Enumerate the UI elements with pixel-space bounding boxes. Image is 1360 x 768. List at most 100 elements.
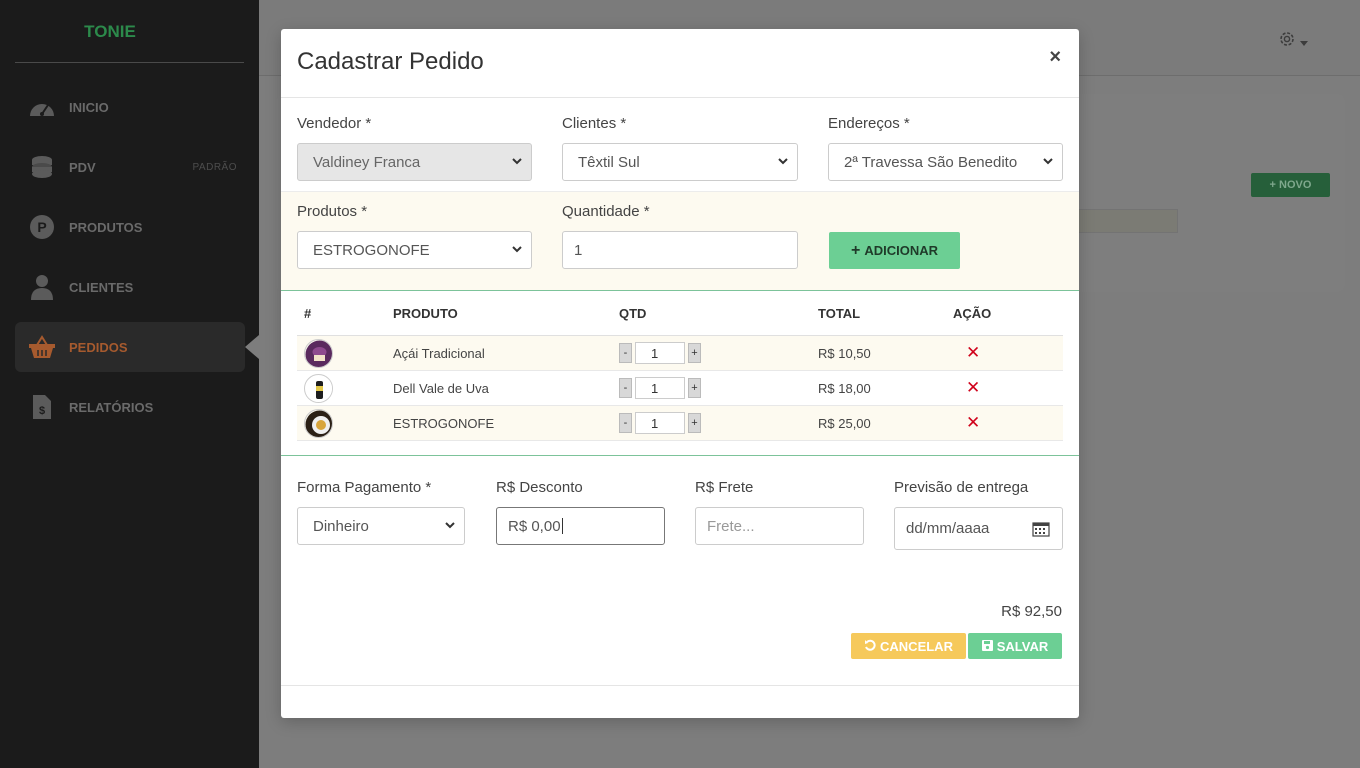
produtos-select[interactable]: ESTROGONOFE [297,231,532,269]
adicionar-label: ADICIONAR [864,243,938,258]
pagamento-select[interactable]: Dinheiro [297,507,465,545]
clientes-select[interactable]: Têxtil Sul [562,143,798,181]
qty-input[interactable]: 1 [635,412,685,434]
user-icon [15,274,69,300]
order-total: R$ 92,50 [1001,603,1062,620]
clientes-value: Têxtil Sul [578,153,640,171]
product-thumbnail [304,374,333,403]
pagamento-value: Dinheiro [313,517,369,535]
background-search-input[interactable] [1062,209,1178,233]
close-button[interactable]: × [1049,46,1061,69]
plus-icon: + [850,241,861,259]
vendedor-select[interactable]: Valdiney Franca [297,143,532,181]
product-p-icon: P [15,214,69,240]
floppy-icon [981,639,993,654]
save-label: SALVAR [996,638,1049,654]
product-total: R$ 25,00 [818,416,871,431]
qty-decrement-button[interactable]: - [619,413,632,433]
pdv-badge: PADRÃO [192,161,237,173]
vendedor-value: Valdiney Franca [313,153,421,171]
column-header-acao: AÇÃO [953,306,992,321]
adicionar-button[interactable]: + ADICIONAR [829,232,960,269]
column-header-total: TOTAL [818,306,861,321]
save-button[interactable]: SALVAR [968,633,1062,659]
frete-placeholder: Frete... [707,517,755,535]
chevron-down-icon [512,246,522,253]
coins-icon [15,154,69,180]
qty-input[interactable]: 1 [635,377,685,399]
sidebar-item-label: INICIO [69,99,109,115]
text-cursor [561,518,563,534]
delete-icon[interactable]: ✕ [966,343,980,363]
undo-icon [864,639,876,654]
report-icon: $ [15,394,69,420]
table-row: Açái Tradicional - 1 + R$ 10,50 ✕ [297,336,1063,371]
table-row: ESTROGONOFE - 1 + R$ 25,00 ✕ [297,406,1063,441]
desconto-value: R$ 0,00 [508,517,561,535]
sidebar-item-label: PRODUTOS [69,219,143,235]
sidebar-item-label: PEDIDOS [69,339,128,355]
delete-icon[interactable]: ✕ [966,378,980,398]
enderecos-label: Endereços * [828,115,910,132]
active-indicator [245,335,259,359]
qty-input[interactable]: 1 [635,342,685,364]
chevron-down-icon [512,158,522,165]
qty-decrement-button[interactable]: - [619,378,632,398]
sidebar-item-clientes[interactable]: CLIENTES [15,262,245,312]
cancel-button[interactable]: CANCELAR [851,633,966,659]
column-header-index: # [304,306,312,321]
desconto-label: R$ Desconto [496,479,583,496]
table-row: Dell Vale de Uva - 1 + R$ 18,00 ✕ [297,371,1063,406]
column-header-produto: PRODUTO [393,306,458,321]
chevron-down-icon [1043,158,1053,165]
product-total: R$ 10,50 [818,346,871,361]
quantidade-value: 1 [574,241,583,259]
sidebar-item-label: PDV [69,159,96,175]
produtos-label: Produtos * [297,203,368,220]
sidebar-item-pedidos[interactable]: PEDIDOS [15,322,259,372]
qty-decrement-button[interactable]: - [619,343,632,363]
gear-icon [1278,30,1296,53]
order-modal: Cadastrar Pedido × Vendedor * Valdiney F… [281,29,1079,718]
qty-increment-button[interactable]: + [688,413,701,433]
previsao-date-input[interactable]: dd/mm/aaaa [894,507,1063,550]
pagamento-label: Forma Pagamento * [297,479,432,496]
cancel-label: CANCELAR [880,638,953,654]
brand-logo[interactable]: TONIE [0,22,220,42]
novo-label: NOVO [1279,179,1312,191]
calendar-icon[interactable] [1032,521,1050,537]
frete-label: R$ Frete [695,479,754,496]
novo-button[interactable]: + NOVO [1251,173,1330,197]
sidebar-item-relatorios[interactable]: $ RELATÓRIOS [15,382,245,432]
chevron-down-icon [778,158,788,165]
product-thumbnail [304,339,333,368]
frete-input[interactable]: Frete... [695,507,864,545]
table-bottom-divider [281,455,1079,456]
quantidade-input[interactable]: 1 [562,231,798,269]
clientes-label: Clientes * [562,115,627,132]
sidebar-item-inicio[interactable]: INICIO [15,82,245,132]
sidebar-item-pdv[interactable]: PDV PADRÃO [15,142,245,192]
product-name: Açái Tradicional [393,346,485,361]
desconto-input[interactable]: R$ 0,00 [496,507,665,545]
delete-icon[interactable]: ✕ [966,413,980,433]
svg-text:$: $ [39,405,45,417]
dashboard-icon [15,96,69,118]
product-thumbnail [304,409,333,438]
caret-down-icon [1300,33,1308,51]
basket-icon [15,335,69,359]
modal-title: Cadastrar Pedido [297,48,484,75]
qty-increment-button[interactable]: + [688,343,701,363]
product-name: ESTROGONOFE [393,416,495,431]
qty-increment-button[interactable]: + [688,378,701,398]
modal-header: Cadastrar Pedido × [281,29,1079,98]
enderecos-select[interactable]: 2ª Travessa São Benedito [828,143,1063,181]
sidebar-item-produtos[interactable]: P PRODUTOS [15,202,245,252]
sidebar: TONIE INICIO PDV PADRÃO P PRODUTOS CLIEN… [0,0,259,768]
modal-footer-divider [281,685,1079,686]
settings-dropdown[interactable] [1278,30,1308,53]
product-name: Dell Vale de Uva [393,381,489,396]
vendedor-label: Vendedor * [297,115,372,132]
column-header-qtd: QTD [619,306,647,321]
sidebar-divider [15,62,244,63]
